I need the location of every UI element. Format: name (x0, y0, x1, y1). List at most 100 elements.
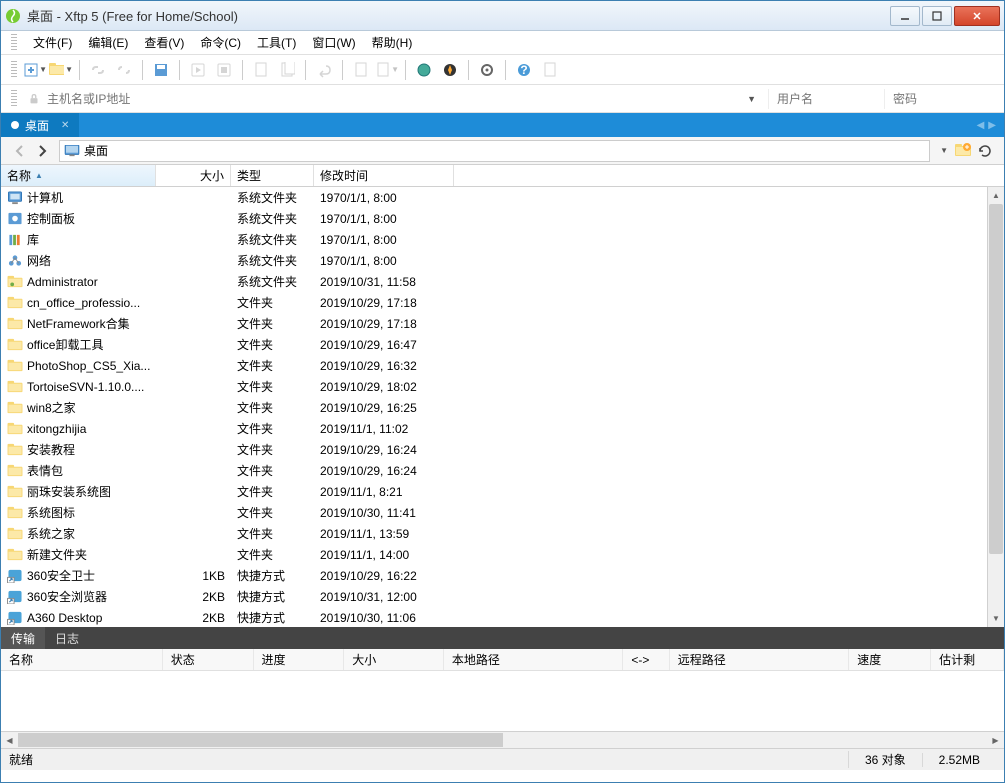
tab-log[interactable]: 日志 (45, 627, 89, 649)
file-row[interactable]: 系统图标文件夹2019/10/30, 11:41 (1, 502, 1004, 523)
toolbar-grip-icon (11, 61, 17, 79)
tab-prev-icon[interactable]: ◀ (977, 120, 985, 131)
menu-item[interactable]: 窗口(W) (304, 32, 363, 53)
address-grip-icon (11, 90, 17, 108)
new-folder-button[interactable] (952, 140, 974, 162)
scroll-up-icon[interactable]: ▲ (988, 187, 1004, 204)
password-input[interactable] (884, 89, 994, 109)
transfer-column[interactable]: 进度 (254, 649, 345, 670)
menu-item[interactable]: 文件(F) (25, 32, 80, 53)
minimize-button[interactable] (890, 6, 920, 26)
folder-icon (7, 485, 23, 499)
maximize-button[interactable] (922, 6, 952, 26)
shortcut-icon (7, 611, 23, 625)
scroll-down-icon[interactable]: ▼ (988, 610, 1004, 627)
transfer-column[interactable]: 名称 (1, 649, 163, 670)
transfer-column[interactable]: 状态 (163, 649, 254, 670)
tab-close-icon[interactable]: ✕ (61, 120, 69, 131)
file-date: 2019/10/29, 16:24 (314, 464, 454, 478)
transfer-column[interactable]: 大小 (344, 649, 444, 670)
scroll-right-icon[interactable]: ▶ (987, 732, 1004, 748)
file-row[interactable]: cn_office_professio...文件夹2019/10/29, 17:… (1, 292, 1004, 313)
file-row[interactable]: 控制面板系统文件夹1970/1/1, 8:00 (1, 208, 1004, 229)
file-row[interactable]: A360 Desktop2KB快捷方式2019/10/30, 11:06 (1, 607, 1004, 627)
transfer-column[interactable]: 估计剩 (931, 649, 1004, 670)
column-date[interactable]: 修改时间 (314, 165, 454, 186)
transfer-column[interactable]: <-> (623, 649, 669, 670)
vertical-scrollbar[interactable]: ▲ ▼ (987, 187, 1004, 627)
file-type: 系统文件夹 (231, 210, 314, 227)
close-button[interactable] (954, 6, 1000, 26)
file-date: 2019/10/29, 16:32 (314, 359, 454, 373)
file-name: Administrator (27, 275, 98, 289)
file-row[interactable]: 丽珠安装系统图文件夹2019/11/1, 8:21 (1, 481, 1004, 502)
file-row[interactable]: office卸载工具文件夹2019/10/29, 16:47 (1, 334, 1004, 355)
column-size[interactable]: 大小 (156, 165, 231, 186)
transfer-column[interactable]: 本地路径 (444, 649, 624, 670)
path-dropdown-icon[interactable]: ▼ (936, 146, 952, 155)
file-row[interactable]: xitongzhijia文件夹2019/11/1, 11:02 (1, 418, 1004, 439)
file-date: 2019/10/31, 12:00 (314, 590, 454, 604)
file-type: 文件夹 (231, 525, 314, 542)
scroll-thumb[interactable] (989, 204, 1003, 554)
menu-item[interactable]: 工具(T) (249, 32, 304, 53)
file-row[interactable]: 表情包文件夹2019/10/29, 16:24 (1, 460, 1004, 481)
status-count: 36 对象 (848, 751, 922, 768)
doc2-button (538, 58, 562, 82)
file-row[interactable]: 新建文件夹文件夹2019/11/1, 14:00 (1, 544, 1004, 565)
column-type[interactable]: 类型 (231, 165, 314, 186)
session-tab[interactable]: 桌面 ✕ (1, 113, 79, 137)
horizontal-scrollbar[interactable]: ◀ ▶ (1, 731, 1004, 748)
host-input[interactable] (47, 92, 735, 106)
folder-icon (7, 338, 23, 352)
file-row[interactable]: 网络系统文件夹1970/1/1, 8:00 (1, 250, 1004, 271)
lock-icon (27, 92, 41, 106)
menu-item[interactable]: 帮助(H) (364, 32, 421, 53)
file-row[interactable]: 360安全浏览器2KB快捷方式2019/10/31, 12:00 (1, 586, 1004, 607)
transfer-column[interactable]: 远程路径 (670, 649, 850, 670)
file-type: 快捷方式 (231, 588, 314, 605)
file-name: 控制面板 (27, 210, 75, 227)
status-size: 2.52MB (922, 753, 996, 767)
open-button[interactable]: ▼ (49, 58, 73, 82)
scroll-left-icon[interactable]: ◀ (1, 732, 18, 748)
file-row[interactable]: win8之家文件夹2019/10/29, 16:25 (1, 397, 1004, 418)
file-date: 1970/1/1, 8:00 (314, 254, 454, 268)
username-input[interactable] (768, 89, 878, 109)
file-row[interactable]: 系统之家文件夹2019/11/1, 13:59 (1, 523, 1004, 544)
file-type: 文件夹 (231, 504, 314, 521)
file-row[interactable]: 库系统文件夹1970/1/1, 8:00 (1, 229, 1004, 250)
menu-item[interactable]: 命令(C) (192, 32, 249, 53)
tab-next-icon[interactable]: ▶ (988, 120, 996, 131)
path-box[interactable]: 桌面 (59, 140, 930, 162)
forward-button[interactable] (31, 140, 53, 162)
file-row[interactable]: Administrator系统文件夹2019/10/31, 11:58 (1, 271, 1004, 292)
toolbar: ▼ ▼ ▼ (1, 55, 1004, 85)
help-button[interactable] (512, 58, 536, 82)
file-type: 系统文件夹 (231, 189, 314, 206)
hscroll-thumb[interactable] (18, 733, 503, 747)
file-row[interactable]: NetFramework合集文件夹2019/10/29, 17:18 (1, 313, 1004, 334)
compass-button[interactable] (438, 58, 462, 82)
file-row[interactable]: TortoiseSVN-1.10.0....文件夹2019/10/29, 18:… (1, 376, 1004, 397)
host-dropdown-icon[interactable]: ▼ (741, 94, 762, 104)
file-row[interactable]: 360安全卫士1KB快捷方式2019/10/29, 16:22 (1, 565, 1004, 586)
file-row[interactable]: PhotoShop_CS5_Xia...文件夹2019/10/29, 16:32 (1, 355, 1004, 376)
tab-transfer[interactable]: 传输 (1, 627, 45, 649)
file-row[interactable]: 安装教程文件夹2019/10/29, 16:24 (1, 439, 1004, 460)
dot-icon (11, 121, 19, 129)
column-name[interactable]: 名称▲ (1, 165, 156, 186)
disk-button[interactable] (149, 58, 173, 82)
menu-bar: 文件(F)编辑(E)查看(V)命令(C)工具(T)窗口(W)帮助(H) (1, 31, 1004, 55)
menu-item[interactable]: 查看(V) (136, 32, 192, 53)
file-list: 计算机系统文件夹1970/1/1, 8:00控制面板系统文件夹1970/1/1,… (1, 187, 1004, 627)
path-label: 桌面 (84, 142, 108, 159)
globe-button[interactable] (412, 58, 436, 82)
transfer-column[interactable]: 速度 (849, 649, 931, 670)
menu-item[interactable]: 编辑(E) (80, 32, 136, 53)
settings-button[interactable] (475, 58, 499, 82)
file-type: 系统文件夹 (231, 252, 314, 269)
file-row[interactable]: 计算机系统文件夹1970/1/1, 8:00 (1, 187, 1004, 208)
new-button[interactable]: ▼ (23, 58, 47, 82)
refresh-button[interactable] (974, 140, 996, 162)
